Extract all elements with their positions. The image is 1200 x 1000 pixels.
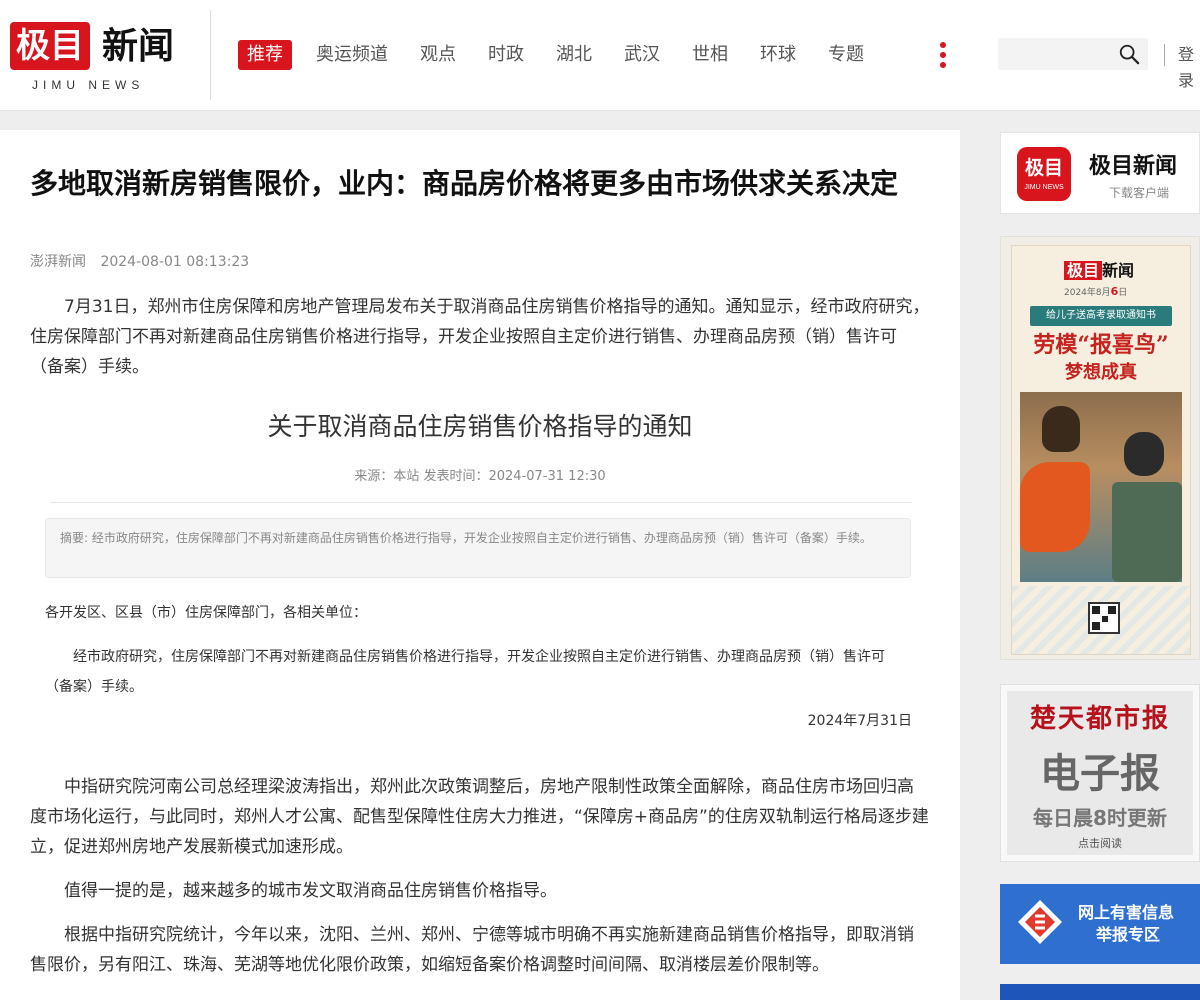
logo-word: 新闻 (102, 25, 175, 67)
article-date: 2024-08-01 08:13:23 (100, 254, 250, 270)
poster-date: 2024年8月6日 (1064, 286, 1127, 299)
notice-divider (50, 502, 912, 503)
nav-item-opinion[interactable]: 观点 (420, 40, 456, 70)
poster-logo-word: 新闻 (1102, 261, 1135, 280)
report-line2: 举报专区 (1096, 925, 1161, 944)
main-nav: 推荐 奥运频道 观点 时政 湖北 武汉 世相 环球 专题 (238, 40, 896, 70)
notice-abstract: 摘要: 经市政府研究，住房保障部门不再对新建商品住房销售价格进行指导，开发企业按… (45, 518, 911, 578)
app-name: 极目新闻 (1089, 153, 1178, 179)
article-paragraph: 7月31日，郑州市住房保障和房地产管理局发布关于取消商品住房销售价格指导的通知。… (30, 297, 930, 377)
article-meta: 澎湃新闻 2024-08-01 08:13:23 (30, 252, 249, 272)
nav-item-olympics[interactable]: 奥运频道 (316, 40, 388, 70)
nav-item-recommend[interactable]: 推荐 (238, 40, 292, 70)
poster-subheadline: 梦想成真 (1065, 362, 1137, 383)
article-source[interactable]: 澎湃新闻 (30, 254, 86, 270)
nav-item-world[interactable]: 环球 (760, 40, 796, 70)
more-menu-icon[interactable] (940, 42, 950, 68)
logo-mark: 极目 (10, 22, 90, 70)
notice-body: 经市政府研究，住房保障部门不再对新建商品住房销售价格进行指导，开发企业按照自主定… (45, 649, 885, 695)
notice-addressee: 各开发区、区县（市）住房保障部门，各相关单位： (45, 605, 367, 621)
article-paragraph: 值得一提的是，越来越多的城市发文取消商品住房销售价格指导。 (64, 881, 557, 901)
nav-item-wuhan[interactable]: 武汉 (624, 40, 660, 70)
e-paper-update: 每日晨8时更新 (1033, 806, 1167, 830)
promo-poster[interactable]: 极目 新闻 2024年8月6日 给儿子送高考录取通知书 劳模“报喜鸟” 梦想成真 (1000, 236, 1200, 660)
notice-date: 2024年7月31日 (807, 713, 912, 729)
article-title: 多地取消新房销售限价，业内：商品房价格将更多由市场供求关系决定 (30, 167, 899, 200)
poster-logo-mark: 极目 (1064, 261, 1103, 280)
article-paragraph: 中指研究院河南公司总经理梁波涛指出，郑州此次政策调整后，房地产限制性政策全面解除… (30, 777, 929, 857)
nav-item-topics[interactable]: 专题 (828, 40, 864, 70)
poster-headline: 劳模“报喜鸟” (1033, 332, 1169, 358)
poster-logo: 极目 新闻 (1064, 260, 1134, 282)
e-paper-title: 电子报 (1040, 751, 1160, 797)
login-link[interactable]: 登录 (1178, 42, 1200, 94)
poster-frame: 极目 新闻 2024年8月6日 给儿子送高考录取通知书 劳模“报喜鸟” 梦想成真 (1011, 245, 1191, 655)
e-paper-brand: 楚天都市报 (1029, 704, 1170, 734)
search-icon[interactable] (1118, 43, 1140, 65)
poster-date-prefix: 2024年8月 (1064, 288, 1111, 298)
next-banner[interactable] (1000, 984, 1200, 1000)
app-icon-subtext: JIMU NEWS (1024, 184, 1064, 191)
app-icon-text: 极目 (1024, 157, 1063, 179)
poster-photo (1020, 392, 1182, 582)
article-paragraph: 根据中指研究院统计，今年以来，沈阳、兰州、郑州、宁德等城市明确不再实施新建商品销… (30, 925, 914, 975)
e-paper-frame: 楚天都市报 电子报 每日晨8时更新 点击阅读 (1007, 691, 1193, 855)
notice-source: 来源：本站 发表时间：2024-07-31 12:30 (354, 469, 606, 484)
app-icon: 极目 JIMU NEWS (1017, 147, 1071, 201)
top-header: 极目 新闻 JIMU NEWS 推荐 奥运频道 观点 时政 湖北 武汉 世相 环… (0, 0, 1200, 111)
nav-item-hubei[interactable]: 湖北 (556, 40, 592, 70)
article-container: 多地取消新房销售限价，业内：商品房价格将更多由市场供求关系决定 澎湃新闻 202… (0, 130, 960, 1000)
notice-title: 关于取消商品住房销售价格指导的通知 (267, 412, 693, 441)
site-logo[interactable]: 极目 新闻 JIMU NEWS (10, 22, 190, 92)
search-box[interactable] (998, 38, 1148, 70)
notice-image: 关于取消商品住房销售价格指导的通知 来源：本站 发表时间：2024-07-31 … (30, 398, 930, 760)
app-download-card[interactable]: 极目 JIMU NEWS 极目新闻 下载客户端 (1000, 132, 1200, 214)
poster-ribbon: 给儿子送高考录取通知书 (1030, 306, 1172, 326)
poster-date-suffix: 日 (1118, 288, 1128, 298)
qr-code-icon (1088, 602, 1120, 634)
nav-item-politics[interactable]: 时政 (488, 40, 524, 70)
header-divider (210, 10, 211, 100)
logo-subtitle: JIMU NEWS (32, 78, 145, 92)
login-divider (1164, 44, 1165, 66)
e-paper-read-link[interactable]: 点击阅读 (1007, 837, 1193, 851)
app-download-label: 下载客户端 (1109, 186, 1170, 200)
report-line1: 网上有害信息 (1078, 903, 1175, 922)
e-paper-banner[interactable]: 楚天都市报 电子报 每日晨8时更新 点击阅读 (1000, 684, 1200, 862)
nav-item-society[interactable]: 世相 (692, 40, 728, 70)
report-shield-icon (1018, 900, 1062, 944)
report-harmful-info-banner[interactable]: 网上有害信息 举报专区 (1000, 884, 1200, 964)
